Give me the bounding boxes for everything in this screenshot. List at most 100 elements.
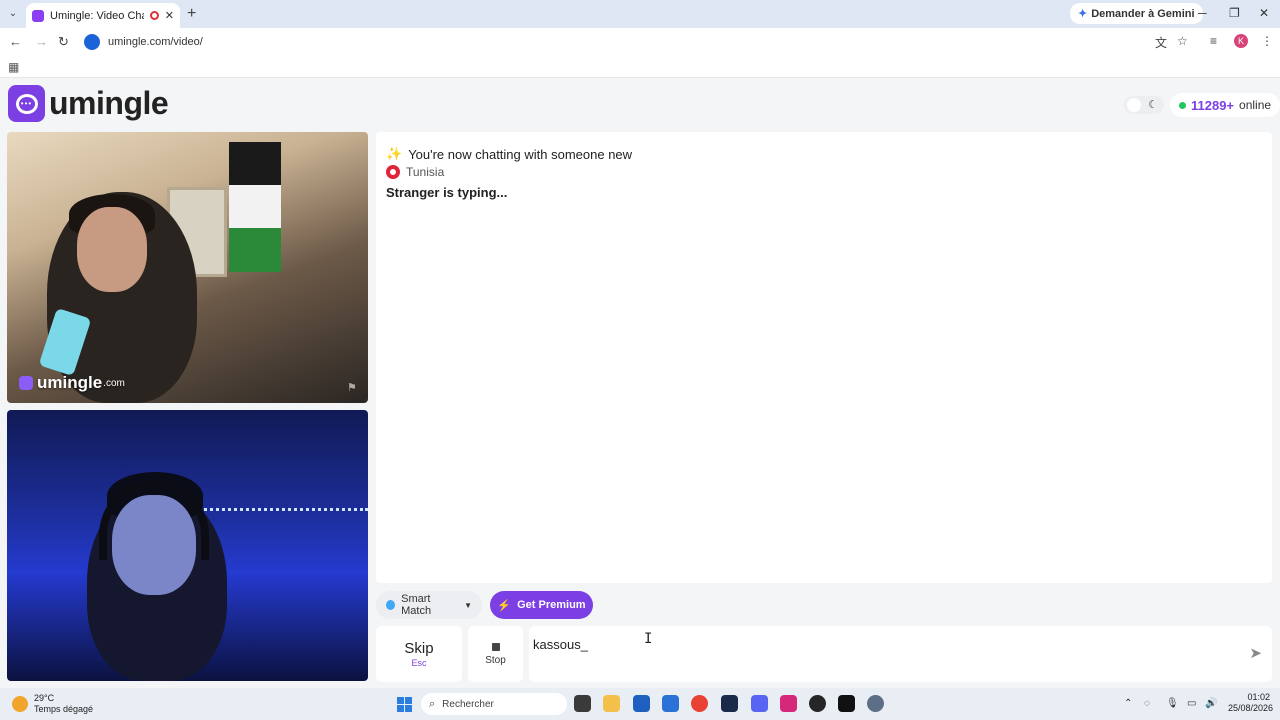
umingle-logo[interactable]: ••• umingle: [8, 85, 169, 122]
skip-shortcut: Esc: [411, 658, 427, 668]
minimize-icon[interactable]: ─: [1198, 6, 1207, 20]
moon-icon: ☾: [1148, 99, 1158, 111]
browser-tab-bar: ⌄ Umingle: Video Chat with S ✕ + ✦ Deman…: [0, 0, 1280, 28]
network-icon[interactable]: ◌: [1144, 698, 1150, 709]
taskbar-search-label: Rechercher: [442, 698, 494, 710]
site-info-icon[interactable]: [84, 34, 100, 50]
umingle-logo-icon: •••: [8, 85, 45, 122]
chat-panel: ✨ You're now chatting with someone new T…: [376, 132, 1272, 583]
bookmark-star-icon[interactable]: ☆: [1177, 34, 1188, 48]
forward-arrow-icon[interactable]: →: [35, 34, 48, 49]
volume-icon[interactable]: 🔊: [1205, 698, 1217, 709]
toggle-knob: [1127, 98, 1141, 112]
dark-mode-toggle[interactable]: ☾: [1124, 96, 1164, 114]
umingle-watermark: umingle .com: [19, 373, 125, 393]
close-window-icon[interactable]: ✕: [1259, 6, 1269, 20]
windows-start-icon[interactable]: [397, 697, 412, 712]
send-icon[interactable]: ➤: [1249, 644, 1262, 662]
steam-icon[interactable]: [721, 695, 738, 712]
globe-icon: [386, 600, 396, 610]
message-input[interactable]: [533, 632, 1223, 656]
stranger-country: Tunisia: [386, 165, 1262, 179]
skip-button[interactable]: Skip Esc: [376, 626, 462, 682]
online-count: 11289+: [1191, 97, 1235, 113]
online-label: online: [1239, 98, 1272, 112]
country-name: Tunisia: [406, 165, 445, 179]
umingle-favicon-icon: [32, 9, 44, 22]
gemini-label: Demander à Gemini: [1091, 7, 1195, 20]
gemini-sparkle-icon: ✦: [1078, 8, 1088, 20]
weather-temp: 29°C: [34, 693, 55, 703]
stop-label: Stop: [485, 654, 506, 666]
new-tab-button[interactable]: +: [187, 5, 196, 23]
browser-tab[interactable]: Umingle: Video Chat with S ✕: [26, 3, 180, 28]
search-icon: ⌕: [429, 697, 436, 710]
sparkles-icon: ✨: [386, 146, 403, 161]
skip-label: Skip: [404, 640, 434, 657]
translate-icon[interactable]: 文: [1155, 34, 1167, 51]
taskbar-search[interactable]: ⌕ Rechercher: [421, 693, 567, 715]
app-icon[interactable]: [809, 695, 826, 712]
maximize-icon[interactable]: ❐: [1229, 6, 1240, 20]
clock-time: 01:02: [1247, 692, 1270, 702]
tab-search-chevron-icon[interactable]: ⌄: [5, 6, 21, 22]
smart-match-dropdown[interactable]: Smart Match ▼: [376, 591, 482, 619]
taskbar-clock[interactable]: 01:02 25/08/2026: [1228, 692, 1274, 714]
browser-menu-icon[interactable]: ⋮: [1261, 34, 1273, 48]
watermark-tld: .com: [103, 377, 125, 389]
address-bar[interactable]: umingle.com/video/: [82, 31, 1202, 53]
store-icon[interactable]: [633, 695, 650, 712]
stop-icon: [491, 642, 500, 651]
watermark-name: umingle: [37, 373, 103, 392]
stop-button[interactable]: Stop: [468, 626, 523, 682]
tunisia-flag-icon: [386, 165, 400, 179]
weather-widget[interactable]: 29°C Temps dégagé: [12, 693, 93, 715]
recording-icon: [149, 11, 159, 20]
typing-indicator: Stranger is typing...: [386, 185, 508, 200]
task-view-icon[interactable]: [574, 695, 591, 712]
mic-icon[interactable]: 🎙: [1166, 698, 1179, 709]
chat-status: ✨ You're now chatting with someone new: [386, 146, 1262, 162]
url-text: umingle.com/video/: [108, 36, 203, 48]
stranger-face: [77, 207, 147, 292]
umingle-page: ••• umingle ☾ 11289+ online umingle .com…: [0, 79, 1280, 688]
message-box[interactable]: ➤: [529, 626, 1272, 682]
get-premium-button[interactable]: ⚡ Get Premium: [490, 591, 593, 619]
bookmarks-bar: ▦: [0, 56, 1280, 78]
media-controls-icon[interactable]: ≡: [1210, 34, 1217, 48]
text-cursor-icon: I: [644, 631, 653, 647]
back-arrow-icon[interactable]: ←: [9, 34, 22, 49]
watermark-logo-icon: [19, 376, 33, 390]
stranger-video: umingle .com ⚑: [7, 132, 368, 403]
background-flag: [229, 142, 281, 272]
tab-title: Umingle: Video Chat with S: [50, 9, 144, 22]
self-video: [7, 410, 368, 681]
display-icon[interactable]: ▭: [1187, 698, 1196, 709]
weather-moon-icon: [12, 696, 28, 712]
profile-avatar[interactable]: K: [1234, 34, 1248, 48]
lightning-icon: ⚡: [497, 599, 512, 612]
caret-down-icon: ▼: [464, 600, 472, 610]
browser-toolbar: ← → ↻ umingle.com/video/ 文 ☆ ≡ ⋮: [0, 28, 1280, 56]
terminal-icon[interactable]: [838, 695, 855, 712]
weather-condition: Temps dégagé: [34, 704, 94, 714]
apps-grid-icon[interactable]: ▦: [8, 60, 19, 74]
premium-label: Get Premium: [517, 599, 586, 611]
chrome-icon[interactable]: [691, 695, 708, 712]
discord-icon[interactable]: [751, 695, 768, 712]
settings-gear-icon[interactable]: [867, 695, 884, 712]
close-tab-icon[interactable]: ✕: [165, 9, 174, 22]
gemini-button[interactable]: ✦ Demander à Gemini: [1070, 3, 1203, 24]
instagram-icon[interactable]: [780, 695, 797, 712]
tray-chevron-up-icon[interactable]: ⌃: [1124, 698, 1132, 709]
chat-status-text: You're now chatting with someone new: [408, 146, 633, 162]
windows-taskbar: 29°C Temps dégagé ⌕ Rechercher ⌃ ◌ 🎙 ▭ 🔊…: [0, 688, 1280, 720]
report-flag-icon[interactable]: ⚑: [347, 381, 357, 394]
reload-icon[interactable]: ↻: [58, 34, 69, 50]
outlook-icon[interactable]: [662, 695, 679, 712]
online-dot-icon: [1179, 101, 1186, 109]
clock-date: 25/08/2026: [1228, 703, 1274, 713]
file-explorer-icon[interactable]: [603, 695, 620, 712]
smart-match-label: Smart Match: [401, 593, 432, 617]
logo-text: umingle: [49, 85, 169, 121]
